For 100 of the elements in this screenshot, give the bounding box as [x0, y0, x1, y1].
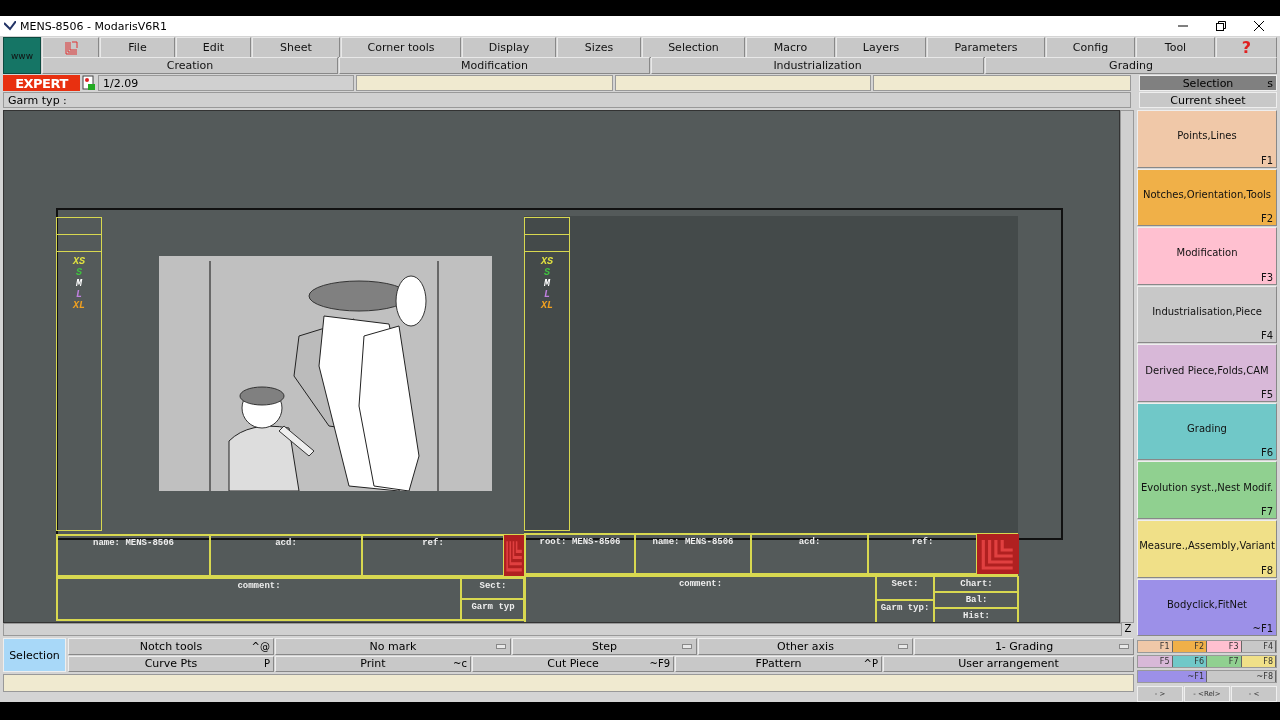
menu-item[interactable]: Selection [642, 37, 745, 58]
tool-button[interactable]: No mark [275, 638, 511, 655]
menu-item[interactable]: Layers [836, 37, 926, 58]
key-label: F5 [1260, 388, 1273, 400]
document-icon [82, 75, 96, 91]
menu-item[interactable]: Config [1046, 37, 1135, 58]
version-field: 1/2.09 [98, 75, 354, 91]
menu-item[interactable]: Macro [746, 37, 835, 58]
sheet-field: ref: [868, 534, 977, 574]
tool-button[interactable]: Other axis [698, 638, 913, 655]
close-icon [1254, 21, 1264, 31]
menu-item[interactable]: Edit [176, 37, 251, 58]
key-label: F2 [1260, 213, 1273, 225]
function-button[interactable]: Evolution syst.,Nest Modif. F7 [1137, 461, 1277, 519]
sheet-field: Garm typ [461, 599, 525, 620]
tool-button[interactable]: Print ~c [275, 655, 471, 672]
dropdown-icon [898, 644, 908, 649]
key-chip[interactable]: F4 [1241, 641, 1276, 652]
section-tab[interactable]: Industrialization [651, 57, 984, 74]
dropdown-icon [682, 644, 692, 649]
menu-item[interactable]: Sheet [252, 37, 340, 58]
size-label: XS [541, 256, 553, 267]
shortcut-label: s [1267, 76, 1273, 90]
size-label: XL [73, 300, 85, 311]
key-chip[interactable]: F6 [1172, 656, 1207, 667]
section-tab[interactable]: Creation [42, 57, 338, 74]
menu-item[interactable]: Display [462, 37, 556, 58]
sheet-logo-icon [504, 535, 525, 576]
key-label: F6 [1260, 447, 1273, 459]
tool-button[interactable]: Curve Pts P [68, 655, 274, 672]
tool-button[interactable]: Cut Piece ~F9 [472, 655, 674, 672]
tool-button[interactable]: Step [512, 638, 697, 655]
selection-mode-button[interactable]: Selection [3, 638, 66, 672]
menu-item[interactable]: Corner tools [341, 37, 461, 58]
key-chip[interactable]: F5 [1138, 656, 1173, 667]
key-label: F3 [1260, 271, 1273, 283]
menu-item[interactable]: Tool [1136, 37, 1215, 58]
shortcut-label: ~c [453, 658, 467, 670]
garment-type-field: Garm typ : [3, 92, 1131, 108]
key-label: F7 [1260, 505, 1273, 517]
shortcut-label: ^P [863, 658, 878, 670]
current-sheet-button[interactable]: Current sheet [1139, 92, 1277, 108]
function-button[interactable]: Points,Lines F1 [1137, 110, 1277, 168]
function-button[interactable]: Notches,Orientation,Tools F2 [1137, 168, 1277, 227]
sheet-logo-icon [977, 534, 1019, 574]
horizontal-scrollbar[interactable] [3, 623, 1122, 636]
selection-header[interactable]: Selection s [1139, 75, 1277, 91]
sheet-field: name: MENS-8506 [57, 535, 210, 576]
key-chip[interactable]: ~F1 [1138, 671, 1207, 682]
function-button[interactable]: Measure.,Assembly,Variant F8 [1137, 519, 1277, 578]
sheet-field: root: MENS-8506 [525, 534, 635, 574]
size-label: M [76, 278, 82, 289]
size-label: M [544, 278, 550, 289]
shortcut-label: P [263, 658, 270, 670]
section-tab[interactable]: Grading [985, 57, 1277, 74]
key-label: F1 [1260, 154, 1273, 166]
sheet-field: name: MENS-8506 [635, 534, 751, 574]
key-chip[interactable]: F3 [1207, 641, 1242, 652]
tool-button[interactable]: User arrangement [883, 655, 1134, 672]
function-button[interactable]: Industrialisation,Piece F4 [1137, 285, 1277, 344]
tool-button[interactable]: 1- Grading [914, 638, 1134, 655]
layers-icon-button[interactable] [42, 37, 99, 58]
size-label: XS [73, 256, 85, 267]
sheet-field: Chart: [934, 576, 1019, 592]
key-label: F8 [1260, 564, 1273, 576]
shortcut-label: ~F9 [649, 658, 670, 670]
key-label: ~F1 [1252, 623, 1273, 635]
sheet-field: ref: [362, 535, 504, 576]
function-button[interactable]: Bodyclick,FitNet ~F1 [1137, 578, 1277, 637]
size-label: XL [541, 300, 553, 311]
window-title: MENS-8506 - ModarisV6R1 [20, 19, 168, 33]
sheet-field: Bal: [934, 592, 1019, 608]
function-button[interactable]: Derived Piece,Folds,CAM F5 [1137, 344, 1277, 402]
size-label: S [76, 267, 82, 278]
restore-icon [1216, 21, 1226, 31]
tool-button[interactable]: FPattern ^P [675, 655, 882, 672]
edition-logo: EXPERT [3, 75, 80, 91]
key-chip[interactable]: F7 [1207, 656, 1242, 667]
layers-icon [63, 40, 78, 55]
function-button[interactable]: Modification F3 [1137, 227, 1277, 285]
app-icon [4, 21, 16, 31]
shortcut-label: ^@ [251, 640, 270, 652]
key-chip[interactable]: F1 [1138, 641, 1173, 652]
tool-button[interactable]: Notch tools ^@ [68, 638, 274, 655]
comment-field: comment: [57, 578, 461, 620]
function-button[interactable]: Grading F6 [1137, 402, 1277, 461]
menu-item[interactable]: Parameters [927, 37, 1045, 58]
zoom-label[interactable]: Z [1122, 623, 1134, 636]
key-label: F4 [1260, 330, 1273, 342]
key-chip[interactable]: F2 [1172, 641, 1207, 652]
key-chip[interactable]: F8 [1241, 656, 1276, 667]
key-chip[interactable]: ~F8 [1207, 671, 1276, 682]
vertical-scrollbar[interactable] [1120, 110, 1134, 623]
menu-item[interactable]: File [100, 37, 175, 58]
sheet-field: Sect: [876, 576, 934, 600]
sheet-field: acd: [210, 535, 362, 576]
menu-item[interactable]: Sizes [557, 37, 641, 58]
sheet-field: acd: [751, 534, 868, 574]
size-label: L [76, 289, 82, 300]
section-tab[interactable]: Modification [339, 57, 650, 74]
